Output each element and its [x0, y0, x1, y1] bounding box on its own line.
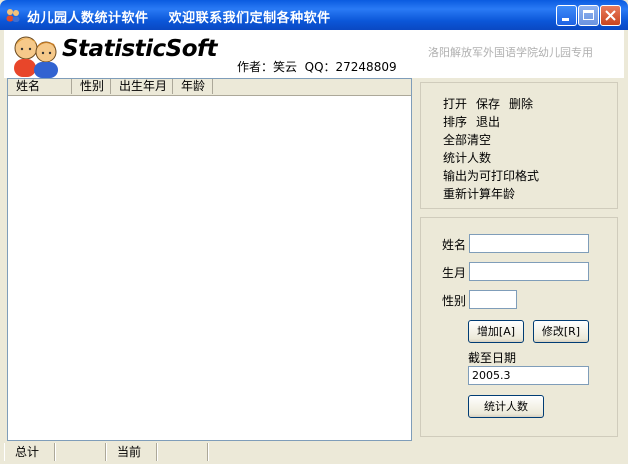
minimize-button[interactable]: [556, 5, 577, 26]
list-header: 姓名 性别 出生年月 年龄: [8, 79, 411, 96]
command-menu: 打开 保存 删除 排序 退出 全部清空 统计人数 输出为可打印格式 重新计算年龄: [420, 82, 618, 209]
delete-link[interactable]: 删除: [509, 97, 533, 111]
entry-form: 姓名 生月 性别 增加[A] 修改[R] 截至日期 统计人数: [420, 217, 618, 437]
gender-label: 性别: [442, 294, 467, 308]
brand-name: StatisticSoft: [62, 36, 218, 62]
count-button[interactable]: 统计人数: [468, 395, 544, 418]
header-banner: StatisticSoft 作者：笑云 QQ：27248809 洛阳解放军外国语…: [4, 30, 624, 78]
title-bar[interactable]: 幼儿园人数统计软件 欢迎联系我们定制各种软件: [0, 0, 628, 30]
student-list[interactable]: 姓名 性别 出生年月 年龄: [7, 78, 412, 441]
add-button[interactable]: 增加[A]: [468, 320, 524, 343]
maximize-icon: [583, 10, 594, 20]
author-info: 作者：笑云 QQ：27248809: [237, 60, 397, 74]
window-title: 幼儿园人数统计软件 欢迎联系我们定制各种软件: [27, 11, 331, 26]
menu-row-file: 打开 保存 删除: [443, 95, 542, 112]
count-link[interactable]: 统计人数: [443, 149, 491, 166]
birth-label: 生月: [442, 266, 467, 280]
status-spacer: [208, 443, 624, 461]
recalc-age-link[interactable]: 重新计算年龄: [443, 185, 515, 202]
cutoff-date-label: 截至日期: [468, 351, 517, 365]
column-header-birth[interactable]: 出生年月: [111, 79, 173, 94]
total-value: [55, 443, 106, 461]
current-value: [157, 443, 208, 461]
status-bar: 总计 当前: [4, 443, 624, 461]
save-link[interactable]: 保存: [476, 97, 500, 111]
control-panel: 打开 保存 删除 排序 退出 全部清空 统计人数 输出为可打印格式 重新计算年龄 姓名…: [420, 82, 618, 437]
close-icon: [605, 10, 616, 21]
exit-link[interactable]: 退出: [476, 115, 500, 129]
app-window: 幼儿园人数统计软件 欢迎联系我们定制各种软件 StatisticSoft 作者：…: [0, 0, 628, 464]
maximize-button[interactable]: [578, 5, 599, 26]
close-button[interactable]: [600, 5, 621, 26]
birth-input[interactable]: [469, 262, 589, 281]
export-printable-link[interactable]: 输出为可打印格式: [443, 167, 539, 184]
column-header-age[interactable]: 年龄: [173, 79, 213, 94]
column-header-gender[interactable]: 性别: [72, 79, 111, 94]
total-label: 总计: [4, 443, 55, 461]
cutoff-date-input[interactable]: [468, 366, 589, 385]
column-header-name[interactable]: 姓名: [8, 79, 72, 94]
two-children-logo-icon: [14, 36, 58, 78]
kindergarten-subtitle: 洛阳解放军外国语学院幼儿园专用: [428, 46, 593, 59]
menu-row-sort: 排序 退出: [443, 113, 509, 130]
sort-link[interactable]: 排序: [443, 115, 467, 129]
edit-button[interactable]: 修改[R]: [533, 320, 589, 343]
people-app-icon: [6, 9, 20, 22]
gender-input[interactable]: [469, 290, 517, 309]
minimize-icon: [562, 18, 569, 21]
open-link[interactable]: 打开: [443, 97, 467, 111]
name-label: 姓名: [442, 238, 467, 252]
current-label: 当前: [106, 443, 157, 461]
name-input[interactable]: [469, 234, 589, 253]
clear-all-link[interactable]: 全部清空: [443, 131, 491, 148]
